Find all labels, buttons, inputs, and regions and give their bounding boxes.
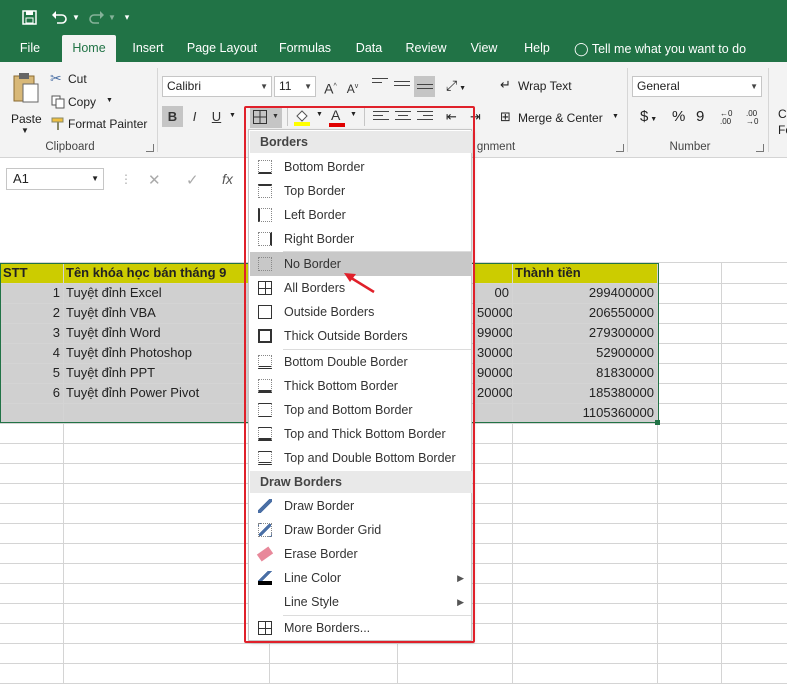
percent-button[interactable]: % [672, 108, 685, 125]
gridline [0, 663, 787, 664]
annotation-arrow-icon [344, 273, 375, 294]
comma-button[interactable]: 9 [696, 108, 704, 125]
currency-button[interactable]: $ ▼ [640, 108, 657, 125]
copy-button[interactable]: Copy ▼ [50, 92, 116, 112]
annotation-highlight-box [244, 106, 475, 643]
ribbon-tabs: File Home Insert Page Layout Formulas Da… [0, 35, 787, 62]
undo-icon[interactable] [48, 6, 70, 28]
shrink-font-icon: A [346, 82, 355, 96]
clipboard-group-label: Clipboard [45, 141, 95, 153]
tab-data[interactable]: Data [350, 35, 388, 62]
tab-view[interactable]: View [464, 35, 504, 62]
tab-insert[interactable]: Insert [126, 35, 170, 62]
tab-file[interactable]: File [10, 35, 50, 62]
save-icon[interactable] [18, 6, 40, 28]
increase-decimal-icon[interactable]: ←0.00 [720, 110, 732, 126]
copy-label: Copy [68, 95, 97, 109]
alignment-group-label: gnment [476, 141, 516, 153]
paste-button[interactable]: Paste ▼ [8, 70, 44, 136]
tab-formulas[interactable]: Formulas [276, 35, 334, 62]
number-group-label: Number [669, 141, 711, 153]
format-painter-label: Format Painter [68, 117, 148, 131]
underline-button[interactable]: U [206, 106, 227, 127]
chevron-down-icon: ▼ [91, 174, 99, 183]
wrap-text-button[interactable]: ↵ Wrap Text [500, 76, 580, 96]
merge-center-button[interactable]: ⊞ Merge & Center ▼ [500, 108, 622, 128]
tab-help[interactable]: Help [518, 35, 556, 62]
format-painter-button[interactable]: Format Painter [50, 114, 150, 134]
orientation-icon[interactable]: ⤢ ▼ [446, 77, 466, 94]
align-bottom-button[interactable] [414, 76, 435, 97]
quick-access-toolbar: ▼ ▼ ▾ [0, 0, 787, 35]
scissors-icon: ✂ [50, 70, 62, 86]
paste-label: Paste [11, 112, 42, 126]
chevron-down-icon: ▼ [304, 82, 312, 91]
clipboard-icon [13, 73, 39, 103]
grow-font-button[interactable]: A^ [320, 76, 341, 97]
tell-me-label: Tell me what you want to do [591, 42, 747, 56]
styles-cut-label: C Fo [778, 106, 787, 138]
wrap-text-icon: ↵ [500, 77, 511, 92]
chevron-down-icon: ▼ [106, 97, 113, 104]
group-separator [157, 68, 158, 152]
wrap-text-label: Wrap Text [518, 79, 572, 93]
styles-cut-line2: Fo [778, 123, 787, 137]
align-bottom-icon [417, 84, 433, 96]
cancel-icon[interactable]: ✕ [148, 171, 161, 189]
fill-handle[interactable] [655, 420, 660, 425]
gridline [0, 643, 787, 644]
clipboard-launcher-icon[interactable] [146, 144, 154, 152]
styles-cut-line1: C [778, 107, 787, 121]
group-separator [627, 68, 628, 152]
number-launcher-icon[interactable] [756, 144, 764, 152]
font-name-combo[interactable]: Calibri ▼ [162, 76, 272, 97]
chevron-down-icon: ▼ [108, 12, 116, 22]
tab-page-layout[interactable]: Page Layout [184, 35, 260, 62]
merge-center-label: Merge & Center [518, 111, 603, 125]
number-format-combo[interactable]: General ▼ [632, 76, 762, 97]
paintbrush-icon [51, 117, 64, 130]
cut-button[interactable]: ✂ Cut [50, 70, 100, 90]
chevron-down-icon: ▼ [612, 113, 619, 120]
number-format-value: General [637, 79, 680, 93]
merge-icon: ⊞ [500, 109, 511, 124]
font-name-value: Calibri [167, 79, 202, 93]
tell-me-search[interactable]: ◯ Tell me what you want to do [574, 35, 752, 62]
font-size-value: 11 [279, 79, 292, 93]
grow-font-icon: A [324, 80, 334, 97]
customize-qat-icon[interactable]: ▾ [120, 6, 134, 28]
chevron-down-icon: ▼ [750, 82, 758, 91]
shrink-font-button[interactable]: Av [342, 76, 363, 97]
bold-button[interactable]: B [162, 106, 183, 127]
copy-icon [51, 95, 65, 109]
chevron-down-icon[interactable]: ▼ [70, 6, 82, 28]
lightbulb-icon: ◯ [574, 41, 589, 56]
gridline [721, 262, 722, 684]
italic-button[interactable]: I [184, 106, 205, 127]
insert-function-icon[interactable]: fx [222, 171, 233, 187]
align-middle-icon[interactable] [394, 81, 410, 93]
tab-home[interactable]: Home [62, 35, 116, 62]
cut-label: Cut [68, 72, 87, 86]
tab-review[interactable]: Review [402, 35, 450, 62]
chevron-down-icon: ▼ [260, 82, 268, 91]
font-size-combo[interactable]: 11 ▼ [274, 76, 316, 97]
group-separator [768, 68, 769, 152]
alignment-launcher-icon[interactable] [616, 144, 624, 152]
decrease-decimal-icon[interactable]: .00 →0 [746, 110, 758, 126]
align-top-icon[interactable] [372, 78, 388, 90]
chevron-down-icon: ▼ [21, 126, 29, 135]
name-box-value: A1 [13, 171, 29, 186]
chevron-down-icon[interactable]: ▼ [229, 112, 236, 119]
formula-bar-divider: ⋮ [120, 172, 132, 186]
redo-icon [86, 6, 108, 28]
name-box[interactable]: A1 ▼ [6, 168, 104, 190]
enter-icon[interactable]: ✓ [186, 171, 199, 189]
